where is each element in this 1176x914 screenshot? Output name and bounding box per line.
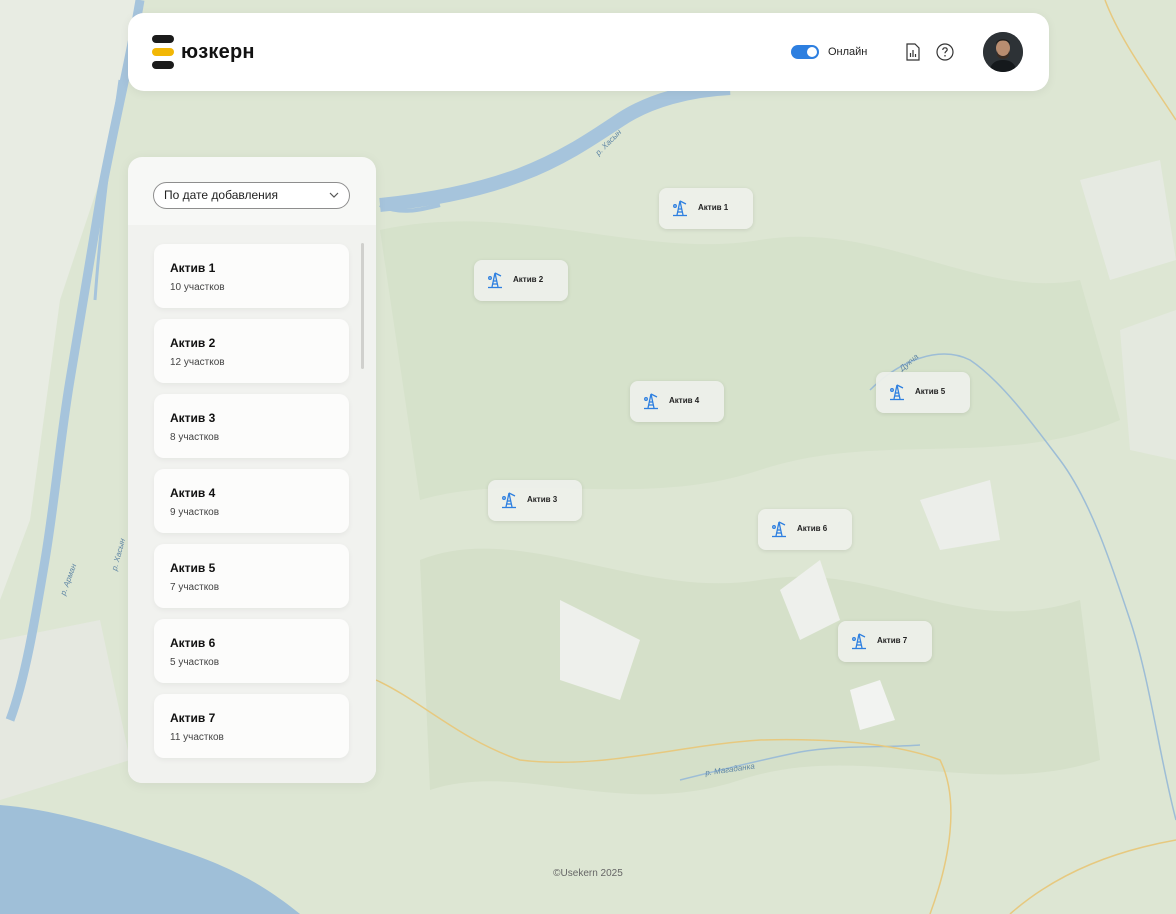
brand-logo[interactable]: юзкерн [152,35,255,69]
marker-label: Актив 7 [877,636,908,645]
oil-derrick-icon [502,492,516,509]
marker-label: Актив 2 [513,275,544,284]
asset-card[interactable]: Актив 1 10 участков [154,244,349,308]
asset-card[interactable]: Актив 4 9 участков [154,469,349,533]
avatar[interactable] [983,32,1023,72]
asset-count: 5 участков [170,657,220,668]
marker-label: Актив 1 [698,203,729,212]
map-marker-asset-2[interactable]: Актив 2 [474,260,568,301]
map-marker-asset-3[interactable]: Актив 3 [488,480,582,521]
asset-title: Актив 4 [170,486,216,500]
oil-derrick-icon [890,384,904,401]
online-toggle[interactable] [791,45,819,59]
marker-label: Актив 3 [527,495,558,504]
asset-card[interactable]: Актив 5 7 участков [154,544,349,608]
oil-derrick-icon [852,633,866,650]
map-marker-asset-5[interactable]: Актив 5 [876,372,970,413]
sort-dropdown[interactable]: По дате добавления [153,182,350,209]
asset-card[interactable]: Актив 3 8 участков [154,394,349,458]
map-marker-asset-4[interactable]: Актив 4 [630,381,724,422]
asset-title: Актив 5 [170,561,216,575]
asset-title: Актив 6 [170,636,216,650]
map-marker-asset-6[interactable]: Актив 6 [758,509,852,550]
oil-derrick-icon [488,272,502,289]
marker-label: Актив 6 [797,524,828,533]
help-icon[interactable] [935,42,955,62]
asset-count: 10 участков [170,282,225,293]
asset-title: Актив 1 [170,261,216,275]
asset-count: 11 участков [170,732,224,743]
top-header: юзкерн Онлайн [128,13,1049,91]
report-icon[interactable] [903,42,923,62]
asset-count: 12 участков [170,357,225,368]
oil-derrick-icon [772,521,786,538]
asset-count: 8 участков [170,432,220,443]
asset-title: Актив 7 [170,711,216,725]
asset-card[interactable]: Актив 7 11 участков [154,694,349,758]
list-scrollbar[interactable] [361,243,364,369]
sort-dropdown-value: По дате добавления [164,188,278,202]
copyright: ©Usekern 2025 [553,868,623,879]
logo-icon [152,35,174,69]
oil-derrick-icon [644,393,658,410]
asset-title: Актив 2 [170,336,216,350]
asset-count: 7 участков [170,582,220,593]
map-marker-asset-1[interactable]: Актив 1 [659,188,753,229]
asset-title: Актив 3 [170,411,216,425]
marker-label: Актив 4 [669,396,700,405]
asset-count: 9 участков [170,507,220,518]
oil-derrick-icon [673,200,687,217]
chevron-down-icon [329,192,339,198]
online-label: Онлайн [828,46,868,58]
map-marker-asset-7[interactable]: Актив 7 [838,621,932,662]
brand-name: юзкерн [181,40,255,63]
assets-sidebar: По дате добавления Актив 1 10 участков А… [128,157,376,783]
marker-label: Актив 5 [915,387,946,396]
asset-card[interactable]: Актив 6 5 участков [154,619,349,683]
asset-card[interactable]: Актив 2 12 участков [154,319,349,383]
